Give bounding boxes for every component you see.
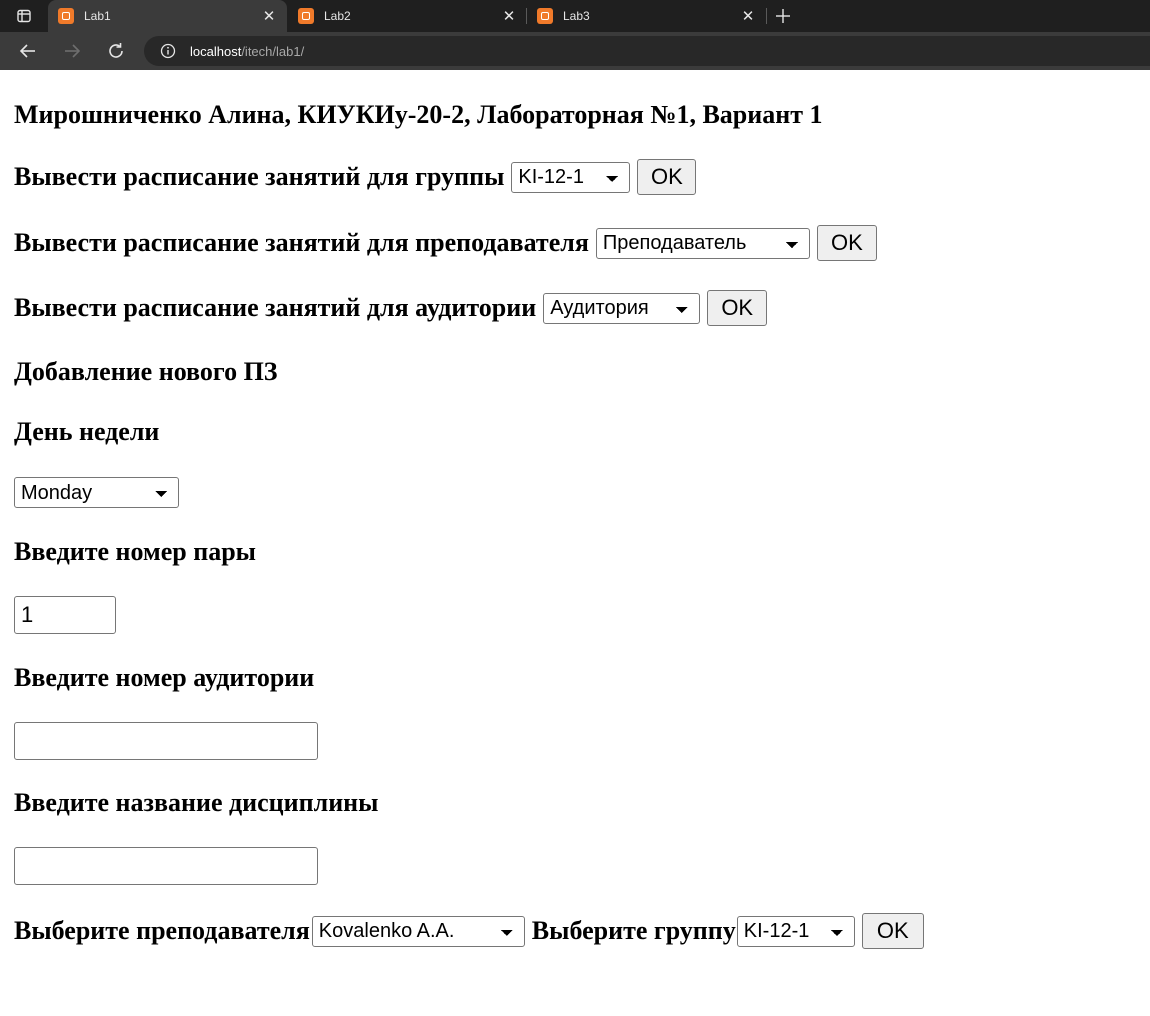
discipline-name-input[interactable] — [14, 847, 318, 885]
room-select[interactable]: Аудитория — [543, 292, 701, 324]
reload-button[interactable] — [102, 37, 130, 65]
tab-title: Lab3 — [563, 9, 590, 23]
tab-lab2[interactable]: Lab2 ✕ — [288, 0, 527, 32]
add-section-heading: Добавление нового ПЗ — [14, 357, 278, 386]
page-title: Мирошниченко Алина, КИУКИу-20-2, Лаборат… — [14, 100, 823, 129]
address-bar[interactable]: localhost/itech/lab1/ — [144, 36, 1150, 66]
tab-title: Lab1 — [84, 9, 111, 23]
group-schedule-label: Вывести расписание занятий для группы — [14, 162, 505, 191]
group-select[interactable]: KI-12-1 — [511, 161, 631, 193]
reload-icon — [109, 43, 123, 58]
tab-actions-icon — [17, 9, 31, 23]
room-schedule-ok-button[interactable]: OK — [707, 290, 768, 326]
add-lesson-ok-button[interactable]: OK — [861, 913, 924, 949]
address-toolbar: localhost/itech/lab1/ — [0, 32, 1150, 70]
teacher-schedule-ok-button[interactable]: OK — [816, 225, 877, 261]
submit-form-row: Выберите преподавателя Kovalenko A.A. Вы… — [14, 913, 924, 949]
day-of-week-select[interactable]: Monday — [14, 477, 179, 508]
browser-tab-bar: Lab1 ✕ Lab2 ✕ Lab3 ✕ — [0, 0, 1150, 32]
tab-actions-button[interactable] — [0, 0, 48, 32]
select-teacher-label: Выберите преподавателя — [14, 916, 310, 945]
day-select-row: Monday — [14, 477, 179, 508]
room-schedule-label: Вывести расписание занятий для аудитории — [14, 293, 537, 322]
arrow-left-icon — [19, 44, 35, 58]
room-input-row — [14, 722, 318, 760]
pair-number-input[interactable] — [14, 596, 116, 634]
url-path: /itech/lab1/ — [241, 43, 305, 59]
lesson-group-select[interactable]: KI-12-1 — [736, 915, 855, 947]
back-button[interactable] — [14, 37, 42, 65]
group-schedule-ok-button[interactable]: OK — [637, 159, 697, 195]
select-group-label: Выберите группу — [531, 916, 736, 945]
new-tab-button[interactable] — [770, 2, 796, 30]
tab-title: Lab2 — [324, 9, 351, 23]
url-host: localhost — [190, 43, 242, 59]
teacher-schedule-label: Вывести расписание занятий для преподава… — [14, 228, 589, 257]
room-number-label: Введите номер аудитории — [14, 663, 315, 692]
pair-input-row — [14, 596, 116, 634]
tab-separator — [766, 8, 767, 24]
teacher-select[interactable]: Преподаватель — [595, 227, 810, 259]
pair-number-label: Введите номер пары — [14, 537, 256, 566]
page-title-row: Мирошниченко Алина, КИУКИу-20-2, Лаборат… — [14, 100, 823, 130]
xampp-favicon-icon — [58, 8, 74, 24]
site-info-icon[interactable] — [160, 43, 176, 59]
discipline-label-row: Введите название дисциплины — [14, 788, 378, 818]
xampp-favicon-icon — [298, 8, 314, 24]
xampp-favicon-icon — [537, 8, 553, 24]
room-number-input[interactable] — [14, 722, 318, 760]
discipline-name-label: Введите название дисциплины — [14, 788, 379, 817]
lesson-teacher-select[interactable]: Kovalenko A.A. — [311, 915, 525, 947]
teacher-schedule-form: Вывести расписание занятий для преподава… — [14, 225, 877, 261]
day-label-row: День недели — [14, 417, 159, 447]
close-tab-icon[interactable]: ✕ — [497, 4, 521, 28]
arrow-right-icon — [65, 44, 81, 58]
plus-icon — [776, 9, 790, 23]
close-tab-icon[interactable]: ✕ — [736, 4, 760, 28]
tab-lab3[interactable]: Lab3 ✕ — [527, 0, 766, 32]
discipline-input-row — [14, 847, 318, 885]
pair-label-row: Введите номер пары — [14, 537, 256, 567]
day-of-week-label: День недели — [14, 417, 160, 446]
room-schedule-form: Вывести расписание занятий для аудитории… — [14, 290, 768, 326]
room-label-row: Введите номер аудитории — [14, 663, 314, 693]
tab-lab1[interactable]: Lab1 ✕ — [48, 0, 287, 32]
forward-button[interactable] — [58, 37, 86, 65]
add-section-heading-row: Добавление нового ПЗ — [14, 357, 278, 387]
group-schedule-form: Вывести расписание занятий для группы KI… — [14, 159, 697, 195]
close-tab-icon[interactable]: ✕ — [257, 4, 281, 28]
